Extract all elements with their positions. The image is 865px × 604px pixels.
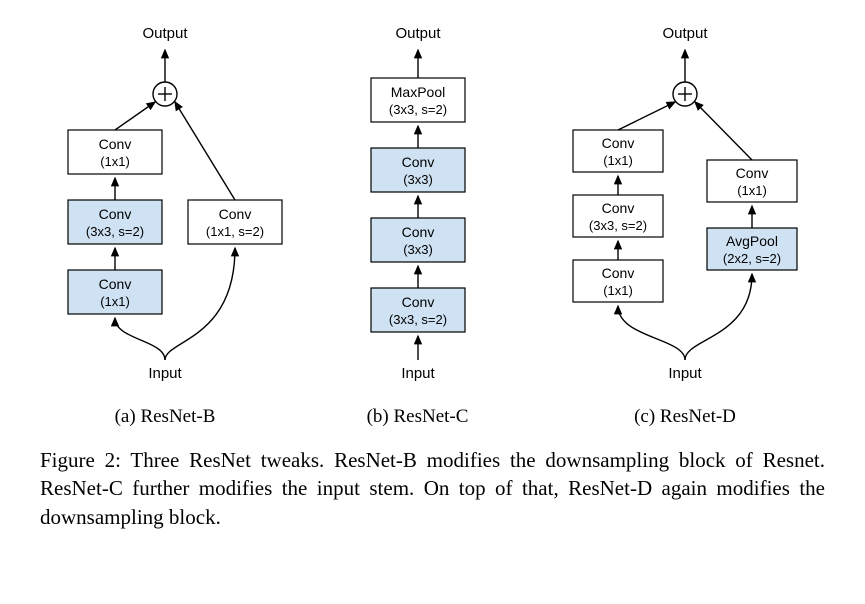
panel-resnet-b: Output Conv (1x1) xyxy=(40,20,290,428)
diagram-resnet-c: Output MaxPool (3x3, s=2) Conv (3x3) xyxy=(333,20,503,400)
svg-text:(1x1): (1x1) xyxy=(100,154,130,169)
svg-text:Conv: Conv xyxy=(602,200,635,216)
svg-text:Conv: Conv xyxy=(602,135,635,151)
svg-text:Conv: Conv xyxy=(99,206,132,222)
box-left-conv-3x3-s2: Conv (3x3, s=2) xyxy=(573,195,663,237)
box-conv-3x3-top: Conv (3x3) xyxy=(371,148,465,192)
svg-text:Conv: Conv xyxy=(401,294,434,310)
box-conv-1x1-bottom: Conv (1x1) xyxy=(68,270,162,314)
arrow xyxy=(685,274,752,360)
svg-text:(3x3, s=2): (3x3, s=2) xyxy=(86,224,144,239)
svg-text:(1x1): (1x1) xyxy=(100,294,130,309)
box-conv-3x3-mid: Conv (3x3) xyxy=(371,218,465,262)
svg-text:(1x1): (1x1) xyxy=(603,283,633,298)
panel-resnet-d: Output Conv (1x1) Conv (3x3, s= xyxy=(545,20,825,428)
box-right-conv-1x1: Conv (1x1) xyxy=(707,160,797,202)
svg-text:Conv: Conv xyxy=(401,154,434,170)
output-label: Output xyxy=(142,25,188,42)
box-conv-1x1-top: Conv (1x1) xyxy=(68,130,162,174)
output-label: Output xyxy=(662,25,708,42)
box-left-conv-1x1-top: Conv (1x1) xyxy=(573,130,663,172)
panel-resnet-c: Output MaxPool (3x3, s=2) Conv (3x3) xyxy=(333,20,503,428)
figure-label: Figure 2: xyxy=(40,448,121,472)
svg-text:(3x3): (3x3) xyxy=(403,242,433,257)
box-conv-3x3-s2-bottom: Conv (3x3, s=2) xyxy=(371,288,465,332)
arrow xyxy=(175,102,235,200)
svg-text:(2x2, s=2): (2x2, s=2) xyxy=(723,251,781,266)
svg-text:Conv: Conv xyxy=(736,165,769,181)
box-maxpool: MaxPool (3x3, s=2) xyxy=(371,78,465,122)
diagram-resnet-d: Output Conv (1x1) Conv (3x3, s= xyxy=(545,20,825,400)
arrow xyxy=(115,102,155,130)
svg-text:MaxPool: MaxPool xyxy=(390,84,444,100)
svg-text:(3x3): (3x3) xyxy=(403,172,433,187)
input-label: Input xyxy=(148,365,182,382)
svg-text:Conv: Conv xyxy=(99,276,132,292)
input-label: Input xyxy=(668,365,702,382)
svg-text:(1x1): (1x1) xyxy=(603,153,633,168)
box-left-conv-1x1-bottom: Conv (1x1) xyxy=(573,260,663,302)
box-right-avgpool: AvgPool (2x2, s=2) xyxy=(707,228,797,270)
subcaption-c: (c) ResNet-D xyxy=(634,406,736,428)
svg-text:Conv: Conv xyxy=(602,265,635,281)
svg-text:(3x3, s=2): (3x3, s=2) xyxy=(388,312,446,327)
svg-text:Conv: Conv xyxy=(99,136,132,152)
svg-text:(1x1): (1x1) xyxy=(737,183,767,198)
subcaption-a: (a) ResNet-B xyxy=(115,406,216,428)
svg-text:(1x1, s=2): (1x1, s=2) xyxy=(206,224,264,239)
svg-text:AvgPool: AvgPool xyxy=(726,233,778,249)
box-conv-1x1-s2-right: Conv (1x1, s=2) xyxy=(188,200,282,244)
caption-text: Three ResNet tweaks. ResNet-B modifies t… xyxy=(40,448,825,529)
arrow xyxy=(695,102,752,160)
output-label: Output xyxy=(395,25,441,42)
diagram-resnet-b: Output Conv (1x1) xyxy=(40,20,290,400)
svg-text:Conv: Conv xyxy=(401,224,434,240)
svg-text:(3x3, s=2): (3x3, s=2) xyxy=(388,102,446,117)
figure-caption: Figure 2: Three ResNet tweaks. ResNet-B … xyxy=(40,446,825,531)
arrow xyxy=(165,248,235,360)
svg-text:(3x3, s=2): (3x3, s=2) xyxy=(589,218,647,233)
figure: Output Conv (1x1) xyxy=(40,20,825,531)
add-node xyxy=(673,82,697,106)
arrow xyxy=(115,318,165,360)
svg-text:Conv: Conv xyxy=(219,206,252,222)
subcaption-b: (b) ResNet-C xyxy=(367,406,469,428)
figure-panels: Output Conv (1x1) xyxy=(40,20,825,428)
arrow xyxy=(618,306,685,360)
arrow xyxy=(618,102,675,130)
add-node xyxy=(153,82,177,106)
box-conv-3x3-s2: Conv (3x3, s=2) xyxy=(68,200,162,244)
input-label: Input xyxy=(401,365,435,382)
